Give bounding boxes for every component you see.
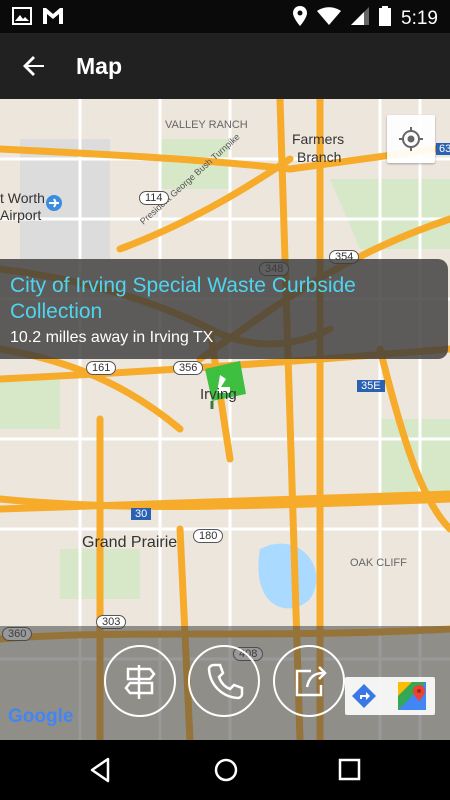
shield-161: 161 (86, 361, 117, 375)
my-location-icon (399, 127, 423, 151)
shield-114: 114 (139, 191, 169, 205)
image-icon (12, 7, 32, 30)
shield-63: 63 (436, 143, 450, 155)
location-icon (293, 6, 308, 31)
navigation-button[interactable] (349, 681, 379, 716)
call-button[interactable] (188, 645, 260, 717)
app-bar: Map (0, 33, 450, 99)
map-label-branch: Branch (297, 149, 342, 165)
status-bar: 5:19 (0, 0, 450, 33)
map-label-oak-cliff: OAK CLIFF (350, 557, 407, 569)
wifi-icon (317, 7, 342, 30)
system-nav-bar (0, 740, 450, 800)
map-label-irving: Irving (200, 386, 237, 403)
place-name: City of Irving Special Waste Curbside Co… (10, 274, 356, 323)
battery-icon (379, 6, 392, 31)
page-title: Map (76, 53, 122, 79)
shield-30: 30 (131, 508, 152, 520)
map-label-fort-worth: t Worth (0, 190, 45, 206)
back-triangle-icon (90, 757, 110, 783)
place-distance: 10.2 milles away in Irving TX (10, 329, 214, 346)
place-info-window[interactable]: City of Irving Special Waste Curbside Co… (0, 259, 448, 359)
map-label-grand-prairie: Grand Prairie (82, 534, 178, 551)
back-button[interactable] (16, 48, 52, 84)
map-label-valley-ranch: VALLEY RANCH (165, 119, 248, 131)
shield-356: 356 (173, 361, 204, 375)
directions-button[interactable] (104, 645, 176, 717)
map-toolbar (345, 677, 435, 715)
phone-icon (207, 663, 244, 700)
nav-home-button[interactable] (212, 756, 240, 789)
shield-180: 180 (193, 529, 224, 543)
open-in-maps-button[interactable] (395, 679, 429, 718)
home-circle-icon (214, 758, 238, 782)
share-icon (295, 666, 327, 697)
nav-back-button[interactable] (88, 756, 112, 789)
map-label-farmers: Farmers (292, 131, 345, 147)
my-location-button[interactable] (387, 115, 435, 163)
gmail-icon (42, 7, 64, 30)
share-button[interactable] (273, 645, 345, 717)
google-maps-icon (398, 682, 426, 710)
map-label-airport: Airport (0, 207, 42, 223)
recents-square-icon (338, 758, 361, 781)
directions-signpost-icon (124, 665, 156, 699)
status-time: 5:19 (401, 7, 438, 29)
signal-icon (351, 7, 370, 30)
navigation-icon (352, 684, 376, 708)
arrow-back-icon (23, 56, 44, 76)
google-logo: Google (8, 706, 74, 727)
shield-35e: 35E (357, 380, 385, 392)
nav-recents-button[interactable] (337, 757, 363, 788)
